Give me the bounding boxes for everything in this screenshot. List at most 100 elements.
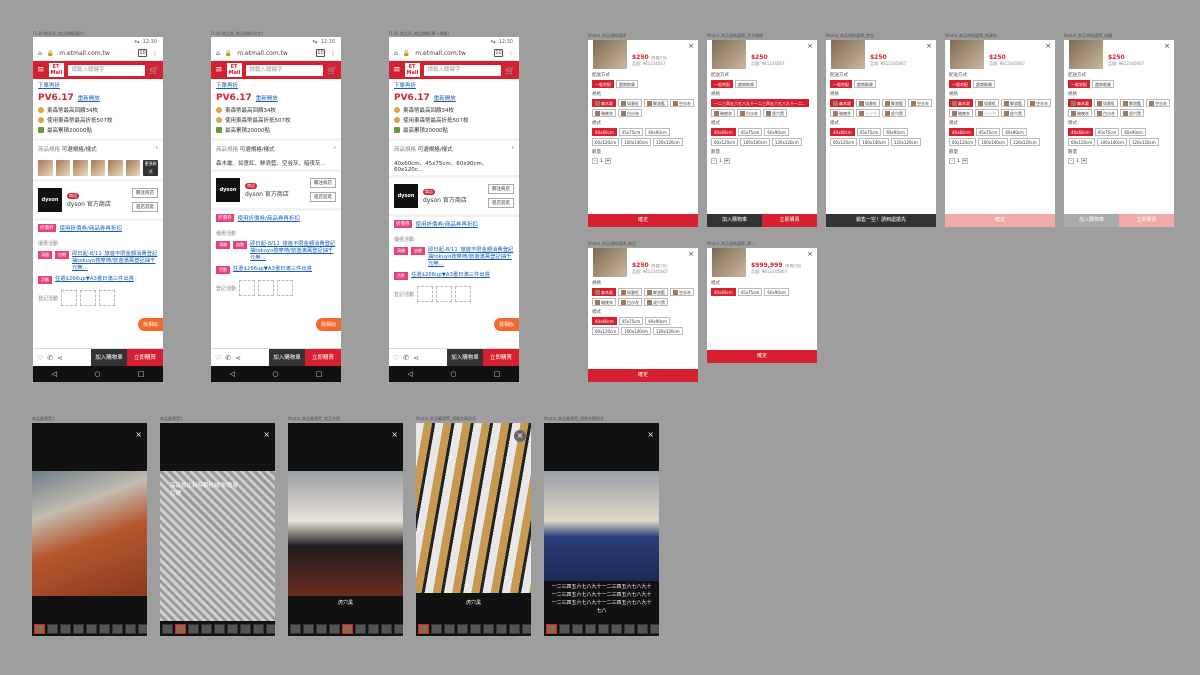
thumbnail[interactable] xyxy=(188,624,199,634)
footer-button[interactable]: 確定 xyxy=(588,214,698,227)
style-option[interactable]: 60x90cm xyxy=(764,128,789,136)
spec-text[interactable]: 40x60cm、45x75cm、60x90cm、60x120c... xyxy=(389,157,519,175)
tab-count[interactable]: 10 xyxy=(316,49,325,57)
qty-minus[interactable]: - xyxy=(711,158,717,164)
menu-dots-icon[interactable]: ⋮ xyxy=(508,50,514,57)
spec-text[interactable]: 森木敢、如意紅、鮮浪藍、空谷灰、暗夜灰... xyxy=(211,157,341,169)
spec-option[interactable]: 如意紅 xyxy=(856,99,880,107)
close-icon[interactable]: × xyxy=(514,430,526,442)
style-option[interactable]: 120x120cm xyxy=(1128,138,1159,146)
style-option[interactable]: 40x60cm xyxy=(592,128,617,136)
thumbnail[interactable] xyxy=(368,624,379,634)
home-icon[interactable]: ⌂ xyxy=(394,50,398,57)
spec-option[interactable]: 森木敢 xyxy=(949,99,973,107)
style-option[interactable]: 120x120cm xyxy=(652,138,683,146)
search-input[interactable]: 請輸入關鍵字 xyxy=(245,64,324,76)
thumbnail[interactable] xyxy=(381,624,392,634)
style-option[interactable]: 60x120cm xyxy=(592,327,620,335)
gift-slot[interactable] xyxy=(277,280,294,296)
qty-minus[interactable]: - xyxy=(1068,158,1074,164)
spec-option[interactable]: 如意紅 xyxy=(975,99,999,107)
event-text[interactable]: 任選$266up▼A3書日滿三件出貨 xyxy=(55,276,134,284)
spec-option[interactable]: 45x75cm xyxy=(737,288,763,296)
spec-option[interactable]: 白沙灰 xyxy=(618,298,642,306)
thumbnail[interactable] xyxy=(598,624,609,634)
footer-button[interactable]: 確定 xyxy=(707,350,817,363)
spec-option[interactable]: 空谷灰 xyxy=(1027,99,1051,107)
coupon-link[interactable]: 下單再折 xyxy=(33,79,163,91)
qty-stepper[interactable]: -1 + xyxy=(588,156,698,166)
spec-option[interactable]: 暗夜灰 xyxy=(592,298,616,306)
close-icon[interactable]: × xyxy=(263,430,270,439)
style-option[interactable]: 45x75cm xyxy=(737,128,763,136)
spec-option[interactable]: 森木敢 xyxy=(592,99,616,107)
shipping-home[interactable]: 一般宅配 xyxy=(949,80,971,88)
spec-option[interactable]: 暗夜灰 xyxy=(830,109,854,117)
coupon-text[interactable]: 使用折價券/商品券再折扣 xyxy=(416,220,478,228)
style-option[interactable]: 40x60cm xyxy=(592,317,617,325)
url-text[interactable]: m.etmall.com.tw xyxy=(415,50,489,57)
qty-stepper[interactable]: -1 + xyxy=(945,156,1055,166)
coupon-link[interactable]: 下單再折 xyxy=(211,79,341,91)
back-icon[interactable]: ◁ xyxy=(230,370,235,378)
spec-option[interactable]: 鮮浪藍 xyxy=(644,99,668,107)
spec-option[interactable]: 鮮浪藍 xyxy=(1120,99,1144,107)
spec-thumbnail[interactable] xyxy=(38,160,53,176)
thumbnail[interactable] xyxy=(162,624,173,634)
thumbnail[interactable] xyxy=(47,624,58,634)
enter-shop-button[interactable]: 進店逛逛 xyxy=(132,202,158,212)
close-icon[interactable]: × xyxy=(807,42,813,50)
spec-option[interactable]: 鮮浪藍 xyxy=(1001,99,1025,107)
home-circle-icon[interactable]: ○ xyxy=(272,370,278,378)
share-icon[interactable]: ⋖ xyxy=(57,354,63,362)
spec-option[interactable]: 60x90cm xyxy=(764,288,789,296)
recents-icon[interactable]: □ xyxy=(316,370,323,378)
qty-minus[interactable]: - xyxy=(949,158,955,164)
close-icon[interactable]: × xyxy=(135,430,142,439)
thumbnail[interactable] xyxy=(86,624,97,634)
style-option[interactable]: 45x75cm xyxy=(618,317,644,325)
close-icon[interactable]: × xyxy=(391,430,398,439)
coupon-text[interactable]: 使用折價券/商品券再折扣 xyxy=(60,224,122,232)
gift-slot[interactable] xyxy=(239,280,256,296)
style-option[interactable]: 60x90cm xyxy=(883,128,908,136)
share-icon[interactable]: ⋖ xyxy=(413,354,419,362)
style-option[interactable]: 40x60cm xyxy=(830,128,855,136)
shipping-home[interactable]: 一般宅配 xyxy=(1068,80,1090,88)
gift-slot[interactable] xyxy=(80,290,97,306)
spec-selector[interactable]: 商品規格 可選規格/樣式 › xyxy=(33,138,163,157)
spec-option[interactable]: 鮮浪藍 xyxy=(644,288,668,296)
style-option[interactable]: 45x75cm xyxy=(856,128,882,136)
share-icon[interactable]: ⋖ xyxy=(235,354,241,362)
phone-icon[interactable]: ✆ xyxy=(403,354,409,362)
close-icon[interactable]: × xyxy=(807,250,813,258)
spec-thumbnail[interactable] xyxy=(73,160,88,176)
event-text[interactable]: 即日起-8/11_旅遊不限金額消費登記抽tokuyo按摩椅/旅遊滿萬登記抽千元無… xyxy=(250,241,336,262)
add-to-cart-button[interactable]: 加入購物車 xyxy=(269,348,305,367)
find-similar-button[interactable]: 找相似 xyxy=(493,318,519,331)
thumbnail[interactable] xyxy=(483,624,494,634)
buy-now-button[interactable]: 立即購買 xyxy=(483,348,519,367)
spec-option[interactable]: 白沙灰 xyxy=(856,109,880,117)
spec-option[interactable]: 如意紅 xyxy=(1094,99,1118,107)
back-icon[interactable]: ◁ xyxy=(52,370,57,378)
add-to-cart-button[interactable]: 加入購物車 xyxy=(91,348,127,367)
spec-option[interactable]: 虎穴黑 xyxy=(1001,109,1025,117)
thumbnail[interactable] xyxy=(214,624,225,634)
thumbnail[interactable] xyxy=(99,624,110,634)
spec-option[interactable]: 虎穴黑 xyxy=(1120,109,1144,117)
follow-shop-button[interactable]: 關注商店 xyxy=(488,184,514,194)
thumbnail[interactable] xyxy=(138,624,147,634)
thumbnail[interactable] xyxy=(175,624,186,634)
shipping-home[interactable]: 一般宅配 xyxy=(711,80,733,88)
qty-stepper[interactable]: -1 + xyxy=(1064,156,1174,166)
spec-option[interactable]: 如意紅 xyxy=(618,99,642,107)
close-icon[interactable]: × xyxy=(688,42,694,50)
spec-option[interactable]: 空谷灰 xyxy=(1146,99,1170,107)
heart-icon[interactable]: ♡ xyxy=(215,354,221,362)
style-option[interactable]: 40x60cm xyxy=(1068,128,1093,136)
thumbnail[interactable] xyxy=(509,624,520,634)
home-circle-icon[interactable]: ○ xyxy=(94,370,100,378)
thumbnail[interactable] xyxy=(572,624,583,634)
thumbnail[interactable] xyxy=(624,624,635,634)
